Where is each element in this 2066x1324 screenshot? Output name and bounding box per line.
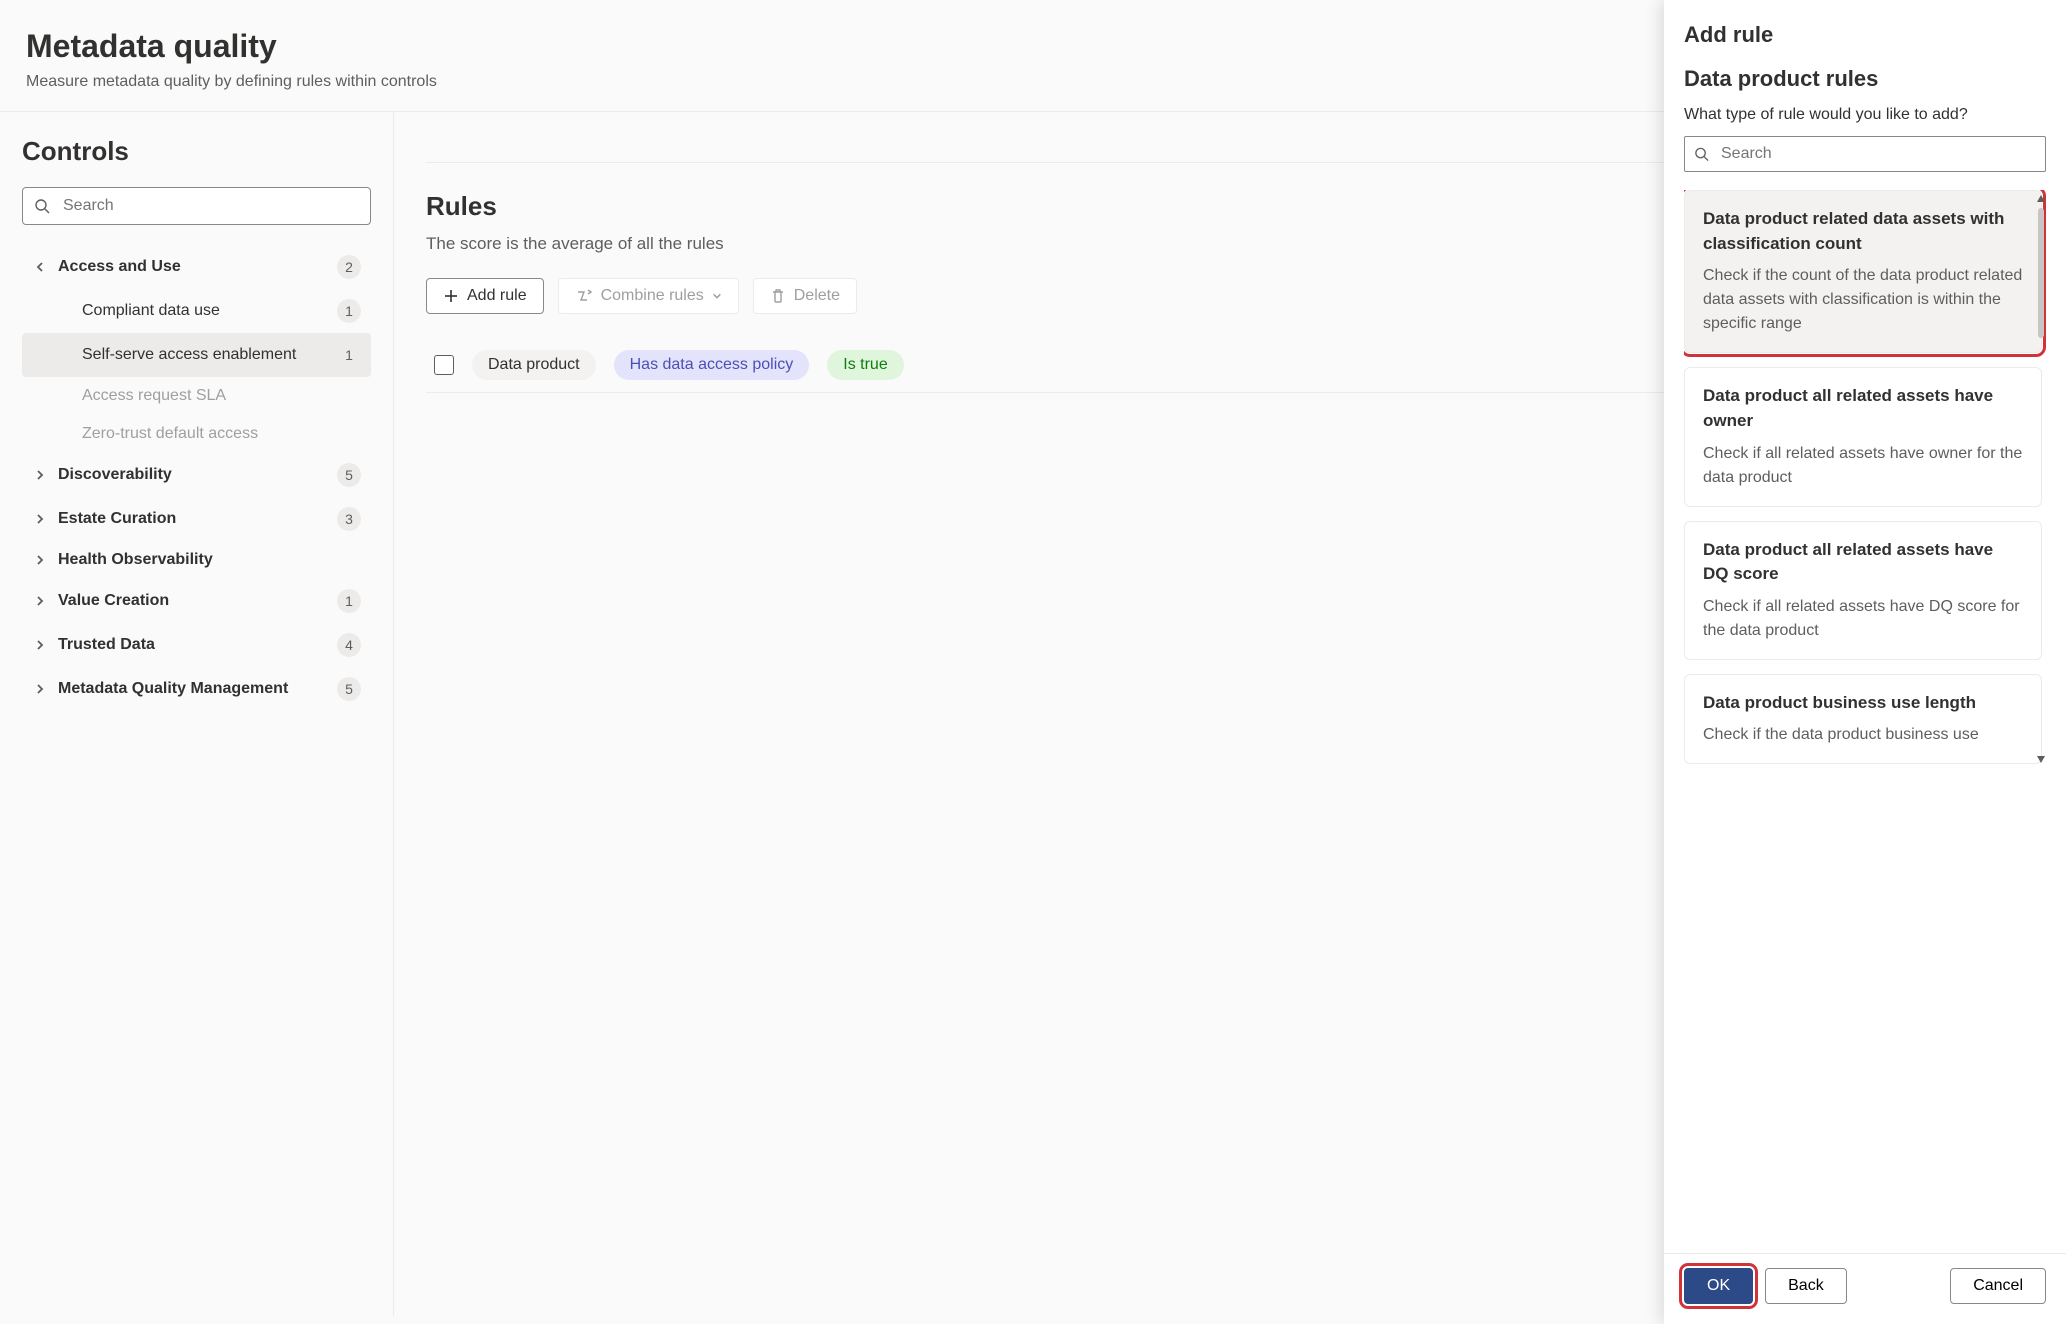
count-badge: 1 xyxy=(337,589,361,613)
rule-card-title: Data product related data assets with cl… xyxy=(1703,207,2023,256)
chevron-right-icon xyxy=(32,513,48,525)
controls-heading: Controls xyxy=(22,136,371,167)
tree-item-label: Access request SLA xyxy=(82,387,361,405)
count-badge: 1 xyxy=(337,299,361,323)
chevron-right-icon xyxy=(32,683,48,695)
tree-item-label: Discoverability xyxy=(58,466,337,484)
rule-card-business-use-length[interactable]: Data product business use length Check i… xyxy=(1684,674,2042,765)
rule-type-list[interactable]: Data product related data assets with cl… xyxy=(1684,190,2046,764)
add-rule-button[interactable]: Add rule xyxy=(426,278,544,314)
rule-card-title: Data product all related assets have own… xyxy=(1703,384,2023,433)
count-badge: 1 xyxy=(337,343,361,367)
search-icon xyxy=(1694,147,1709,162)
chevron-right-icon xyxy=(32,595,48,607)
tree-item-discoverability[interactable]: Discoverability 5 xyxy=(22,453,371,497)
button-label: Combine rules xyxy=(601,287,704,305)
rule-card-desc: Check if all related assets have owner f… xyxy=(1703,442,2023,490)
combine-rules-button[interactable]: Combine rules xyxy=(558,278,739,314)
plus-icon xyxy=(443,288,459,304)
tree-item-label: Metadata Quality Management xyxy=(58,680,337,698)
scrollbar-thumb[interactable] xyxy=(2038,208,2044,338)
tree-item-estate-curation[interactable]: Estate Curation 3 xyxy=(22,497,371,541)
tree-child-self-serve-access[interactable]: Self-serve access enablement 1 xyxy=(22,333,371,377)
tree-child-zero-trust[interactable]: Zero-trust default access xyxy=(22,415,371,453)
scroll-down-icon[interactable] xyxy=(2034,752,2048,766)
panel-footer: OK Back Cancel xyxy=(1664,1253,2066,1324)
rule-card-assets-have-dq-score[interactable]: Data product all related assets have DQ … xyxy=(1684,521,2042,660)
count-badge: 5 xyxy=(337,463,361,487)
cancel-button[interactable]: Cancel xyxy=(1950,1268,2046,1304)
panel-search-input[interactable] xyxy=(1684,136,2046,172)
controls-search[interactable] xyxy=(22,187,371,225)
panel-question: What type of rule would you like to add? xyxy=(1684,106,2046,124)
controls-search-input[interactable] xyxy=(22,187,371,225)
count-badge: 2 xyxy=(337,255,361,279)
combine-icon xyxy=(575,288,593,304)
ok-button[interactable]: OK xyxy=(1684,1268,1753,1304)
tree-child-access-request-sla[interactable]: Access request SLA xyxy=(22,377,371,415)
rule-card-desc: Check if the count of the data product r… xyxy=(1703,264,2023,336)
chevron-down-icon xyxy=(34,259,46,275)
count-badge: 4 xyxy=(337,633,361,657)
panel-subtitle: Data product rules xyxy=(1684,66,2046,92)
back-button[interactable]: Back xyxy=(1765,1268,1847,1304)
tree-item-label: Compliant data use xyxy=(82,302,337,320)
panel-search[interactable] xyxy=(1684,136,2046,172)
scroll-up-icon[interactable] xyxy=(2034,192,2048,206)
add-rule-panel: Add rule Data product rules What type of… xyxy=(1664,0,2066,1324)
tree-item-value-creation[interactable]: Value Creation 1 xyxy=(22,579,371,623)
count-badge: 5 xyxy=(337,677,361,701)
rule-card-title: Data product all related assets have DQ … xyxy=(1703,538,2023,587)
tree-item-access-and-use[interactable]: Access and Use 2 xyxy=(22,245,371,289)
tree-item-label: Value Creation xyxy=(58,592,337,610)
tree-item-label: Health Observability xyxy=(58,551,361,569)
rule-card-desc: Check if all related assets have DQ scor… xyxy=(1703,595,2023,643)
tree-child-compliant-data-use[interactable]: Compliant data use 1 xyxy=(22,289,371,333)
chevron-right-icon xyxy=(32,639,48,651)
tree-item-label: Access and Use xyxy=(58,258,337,276)
search-icon xyxy=(34,198,50,214)
button-label: Add rule xyxy=(467,287,527,305)
chevron-down-icon xyxy=(712,291,722,301)
tree-item-metadata-quality-management[interactable]: Metadata Quality Management 5 xyxy=(22,667,371,711)
pill-has-data-access-policy: Has data access policy xyxy=(614,350,810,380)
count-badge: 3 xyxy=(337,507,361,531)
rule-card-title: Data product business use length xyxy=(1703,691,2023,716)
tree-item-label: Self-serve access enablement xyxy=(82,346,337,364)
chevron-right-icon xyxy=(32,469,48,481)
tree-item-trusted-data[interactable]: Trusted Data 4 xyxy=(22,623,371,667)
controls-tree: Access and Use 2 Compliant data use 1 Se… xyxy=(22,245,371,711)
tree-item-label: Trusted Data xyxy=(58,636,337,654)
rule-card-desc: Check if the data product business use xyxy=(1703,723,2023,747)
tree-item-label: Estate Curation xyxy=(58,510,337,528)
controls-sidebar: Controls Access and Use 2 Compliant data… xyxy=(0,112,394,1316)
rule-card-classification-count[interactable]: Data product related data assets with cl… xyxy=(1684,190,2042,353)
pill-is-true: Is true xyxy=(827,350,903,380)
panel-title: Add rule xyxy=(1684,22,2046,48)
tree-item-label: Zero-trust default access xyxy=(82,425,361,443)
trash-icon xyxy=(770,288,786,304)
chevron-right-icon xyxy=(32,554,48,566)
row-checkbox[interactable] xyxy=(434,355,454,375)
delete-button[interactable]: Delete xyxy=(753,278,857,314)
button-label: Delete xyxy=(794,287,840,305)
rule-card-assets-have-owner[interactable]: Data product all related assets have own… xyxy=(1684,367,2042,506)
tree-item-health-observability[interactable]: Health Observability xyxy=(22,541,371,579)
pill-data-product: Data product xyxy=(472,350,596,380)
